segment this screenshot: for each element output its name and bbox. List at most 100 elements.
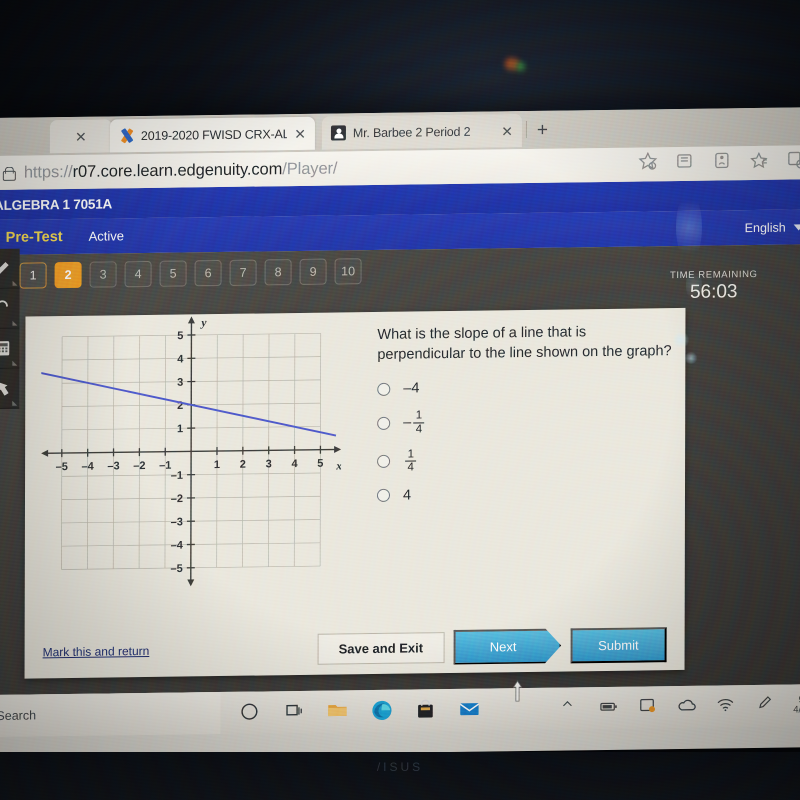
url-host: r07.core.learn.edgenuity.com <box>72 159 283 181</box>
edgenuity-x-icon <box>119 128 134 143</box>
svg-text:3: 3 <box>177 377 183 389</box>
answer-option-label: – 1 4 <box>403 409 425 435</box>
add-page-icon[interactable] <box>786 149 800 169</box>
browser-tab-title: 2019-2020 FWISD CRX-ALGEBRA <box>140 126 288 143</box>
new-tab-button[interactable]: + <box>537 120 548 142</box>
svg-text:1: 1 <box>177 423 183 435</box>
fraction: 1 4 <box>405 448 417 474</box>
close-icon[interactable]: ✕ <box>75 128 87 144</box>
action-center-icon[interactable] <box>637 695 661 719</box>
close-icon[interactable]: ✕ <box>501 123 513 139</box>
next-button[interactable]: Next <box>453 628 561 664</box>
highlighter-tool-button[interactable] <box>0 248 20 290</box>
svg-text:5: 5 <box>317 458 323 470</box>
submit-button[interactable]: Submit <box>570 626 667 663</box>
svg-text:3: 3 <box>266 458 272 470</box>
course-title: -ALGEBRA 1 7051A <box>0 195 113 213</box>
svg-text:4: 4 <box>291 458 298 470</box>
browser-essentials-icon[interactable] <box>712 150 732 170</box>
language-selector[interactable]: English <box>745 220 800 235</box>
system-tray: 9: 4/2 <box>559 693 800 720</box>
favorites-icon[interactable] <box>749 150 769 170</box>
task-view-icon[interactable] <box>282 700 306 724</box>
taskbar-search-box[interactable]: Search <box>0 692 221 738</box>
timer-value: 56:03 <box>689 281 738 303</box>
undo-tool-button[interactable] <box>0 288 20 330</box>
svg-text:–2: –2 <box>133 460 145 472</box>
file-explorer-icon[interactable] <box>326 699 350 723</box>
onedrive-icon[interactable] <box>676 695 700 719</box>
answer-option-label: 1 4 <box>403 448 417 474</box>
add-favorite-icon[interactable] <box>638 151 658 171</box>
cortana-icon[interactable] <box>238 700 262 724</box>
store-icon[interactable] <box>414 698 438 722</box>
calculator-tool-button[interactable] <box>0 328 20 370</box>
question-text: What is the slope of a line that is perp… <box>377 324 672 363</box>
pen-icon[interactable] <box>754 694 778 718</box>
fraction-denominator: 4 <box>415 422 423 435</box>
svg-text:–3: –3 <box>107 460 119 472</box>
search-placeholder: Search <box>0 708 37 723</box>
svg-text:–4: –4 <box>171 540 184 552</box>
mouse-cursor <box>510 680 524 706</box>
answer-option-c[interactable]: 1 4 <box>377 445 673 475</box>
question-navigator: 1 2 3 4 5 6 7 8 9 10 <box>19 258 362 289</box>
question-number-1[interactable]: 1 <box>19 262 47 289</box>
radio-button[interactable] <box>377 382 391 396</box>
browser-toolbar-icons <box>638 149 800 171</box>
fraction: 1 4 <box>413 409 425 435</box>
battery-icon[interactable] <box>598 696 622 720</box>
footer-buttons: Save and Exit Next Submit <box>317 626 667 667</box>
question-card-footer: Mark this and return Save and Exit Next … <box>25 618 685 679</box>
browser-tab-edgenuity[interactable]: 2019-2020 FWISD CRX-ALGEBRA ✕ <box>109 116 315 153</box>
radio-button[interactable] <box>377 416 391 430</box>
collections-icon[interactable] <box>675 151 695 171</box>
lock-icon <box>2 165 15 180</box>
device-brand-label: /ISUS <box>376 760 424 774</box>
question-number-10[interactable]: 10 <box>334 258 362 285</box>
tab-divider <box>525 120 527 139</box>
question-number-9[interactable]: 9 <box>299 258 327 285</box>
status-badge: Active <box>88 228 125 244</box>
taskbar-clock[interactable]: 9: 4/2 <box>793 694 800 715</box>
assignment-type-label: Pre-Test <box>5 228 63 246</box>
fraction-denominator: 4 <box>407 461 414 474</box>
pointer-tool-button[interactable] <box>0 368 20 410</box>
question-area: What is the slope of a line that is perp… <box>376 322 673 504</box>
answer-option-a[interactable]: –4 <box>377 377 673 397</box>
laptop-screen-photo: ✕ 2019-2020 FWISD CRX-ALGEBRA ✕ Mr. Barb… <box>0 0 800 800</box>
show-hidden-icons-chevron[interactable] <box>559 696 583 720</box>
wifi-icon[interactable] <box>715 694 739 718</box>
laptop-display: ✕ 2019-2020 FWISD CRX-ALGEBRA ✕ Mr. Barb… <box>0 107 800 759</box>
answer-option-b[interactable]: – 1 4 <box>377 406 673 436</box>
mark-this-and-return-link[interactable]: Mark this and return <box>43 644 150 659</box>
question-number-8[interactable]: 8 <box>264 259 292 286</box>
close-icon[interactable]: ✕ <box>294 125 306 141</box>
svg-text:1: 1 <box>214 459 220 471</box>
radio-button[interactable] <box>376 489 391 503</box>
svg-text:x: x <box>335 460 341 472</box>
url-path: /Player/ <box>282 158 338 178</box>
assessment-workspace: 1 2 3 4 5 6 7 8 9 10 TIME REMAINING 56:0… <box>0 244 800 696</box>
answer-options: –4 – 1 4 1 4 4 <box>376 377 673 504</box>
question-number-6[interactable]: 6 <box>194 259 222 287</box>
answer-option-d[interactable]: 4 <box>376 484 673 504</box>
question-number-5[interactable]: 5 <box>159 260 187 287</box>
radio-button[interactable] <box>377 455 391 469</box>
save-and-exit-button[interactable]: Save and Exit <box>317 631 445 665</box>
answer-option-label: 4 <box>402 487 412 504</box>
browser-tab-blank[interactable]: ✕ <box>49 119 112 154</box>
question-card: –5 –4 –3 –2 –1 1 2 3 4 5 5 4 3 2 1 –1 –2 –3 –4 –5 x y What is… <box>24 307 686 679</box>
question-number-3[interactable]: 3 <box>89 261 117 288</box>
fraction-sign: – <box>403 414 412 431</box>
question-number-4[interactable]: 4 <box>124 260 152 288</box>
svg-text:–5: –5 <box>171 563 183 575</box>
question-card-body: –5 –4 –3 –2 –1 1 2 3 4 5 5 4 3 2 1 –1 –2 –3 –4 –5 x y What is… <box>25 308 686 615</box>
edge-icon[interactable] <box>370 699 394 723</box>
question-number-2[interactable]: 2 <box>54 261 82 289</box>
browser-tab-mr-barbee[interactable]: Mr. Barbee 2 Period 2 ✕ <box>321 114 522 150</box>
chevron-down-icon <box>793 223 800 231</box>
mail-icon[interactable] <box>458 698 482 722</box>
question-number-7[interactable]: 7 <box>229 259 257 286</box>
url-scheme: https:// <box>23 162 73 182</box>
